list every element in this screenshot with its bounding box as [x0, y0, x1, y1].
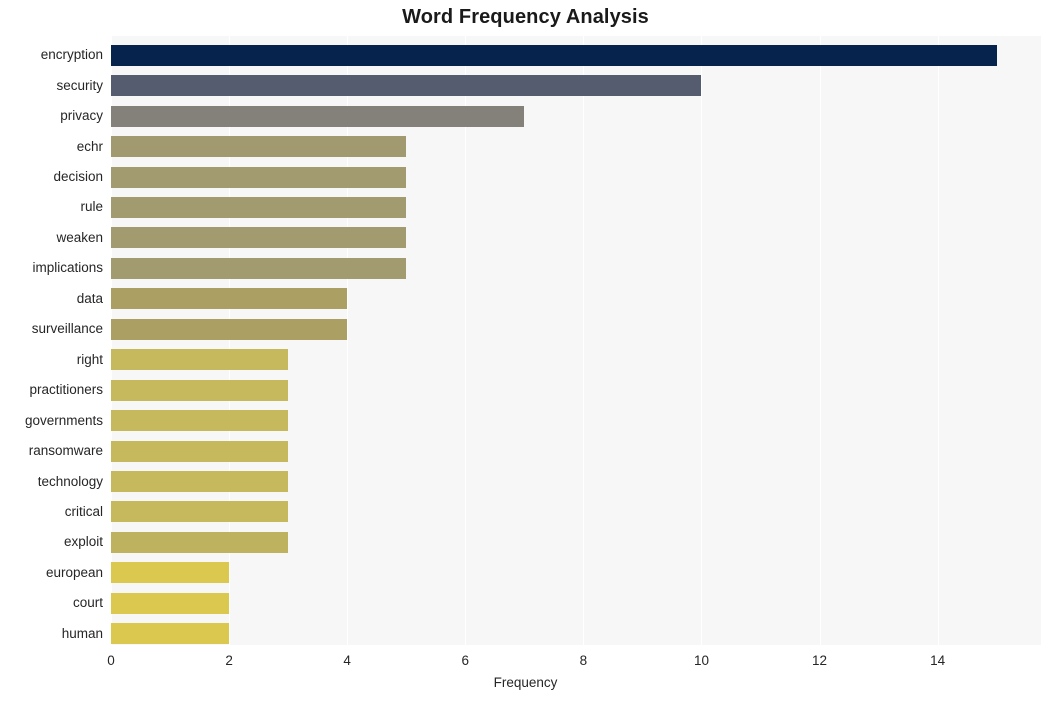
- y-tick-label: ransomware: [28, 443, 103, 459]
- x-tick-label: 0: [107, 653, 115, 668]
- x-tick-label: 8: [579, 653, 588, 668]
- bar: [111, 501, 289, 523]
- bar: [111, 410, 289, 432]
- bar: [111, 562, 230, 584]
- x-tick-label: 14: [930, 653, 946, 668]
- bar: [111, 471, 289, 493]
- y-tick-label: rule: [80, 199, 103, 215]
- y-tick-label: privacy: [60, 108, 103, 124]
- bar: [111, 166, 407, 188]
- y-tick-label: technology: [37, 473, 103, 489]
- y-tick-label: human: [61, 625, 103, 641]
- y-tick-label: implications: [32, 260, 103, 276]
- bar: [111, 440, 289, 462]
- bar: [111, 257, 407, 279]
- y-tick-label: court: [72, 595, 103, 611]
- bar: [111, 44, 997, 66]
- y-tick-label: critical: [64, 503, 103, 519]
- y-tick-label: weaken: [56, 229, 103, 245]
- bar: [111, 75, 702, 97]
- x-tick-label: 10: [693, 653, 709, 668]
- x-axis-title: Frequency: [493, 675, 558, 690]
- y-tick-label: exploit: [63, 534, 103, 550]
- bar: [111, 288, 348, 310]
- chart-figure: Word Frequency Analysis encryption securi…: [0, 0, 1051, 701]
- bar: [111, 592, 230, 614]
- y-tick-label: european: [45, 564, 103, 580]
- bar: [111, 227, 407, 249]
- y-axis: encryption security privacy echr decision rul…: [0, 36, 103, 645]
- bar: [111, 531, 289, 553]
- bar: [111, 136, 407, 158]
- y-tick-label: surveillance: [31, 321, 103, 337]
- y-tick-label: encryption: [40, 47, 103, 63]
- bar: [111, 105, 525, 127]
- y-tick-label: echr: [76, 138, 103, 154]
- plot-area: [111, 36, 1041, 645]
- x-tick-label: 12: [812, 653, 828, 668]
- bar: [111, 196, 407, 218]
- bar: [111, 623, 230, 645]
- y-tick-label: decision: [53, 169, 103, 185]
- x-tick-label: 4: [343, 653, 351, 668]
- bar: [111, 379, 289, 401]
- bar: [111, 349, 289, 371]
- y-tick-label: security: [56, 77, 103, 93]
- y-tick-label: right: [76, 351, 103, 367]
- bar: [111, 318, 348, 340]
- bars-layer: [111, 36, 1041, 645]
- y-tick-label: governments: [24, 412, 103, 428]
- y-tick-label: practitioners: [29, 382, 103, 398]
- x-tick-label: 6: [461, 653, 470, 668]
- x-axis: 0 2 4 6 8 10 12 14: [107, 645, 1041, 675]
- x-tick-label: 2: [225, 653, 233, 668]
- y-tick-label: data: [76, 290, 103, 306]
- chart-title: Word Frequency Analysis: [402, 6, 649, 28]
